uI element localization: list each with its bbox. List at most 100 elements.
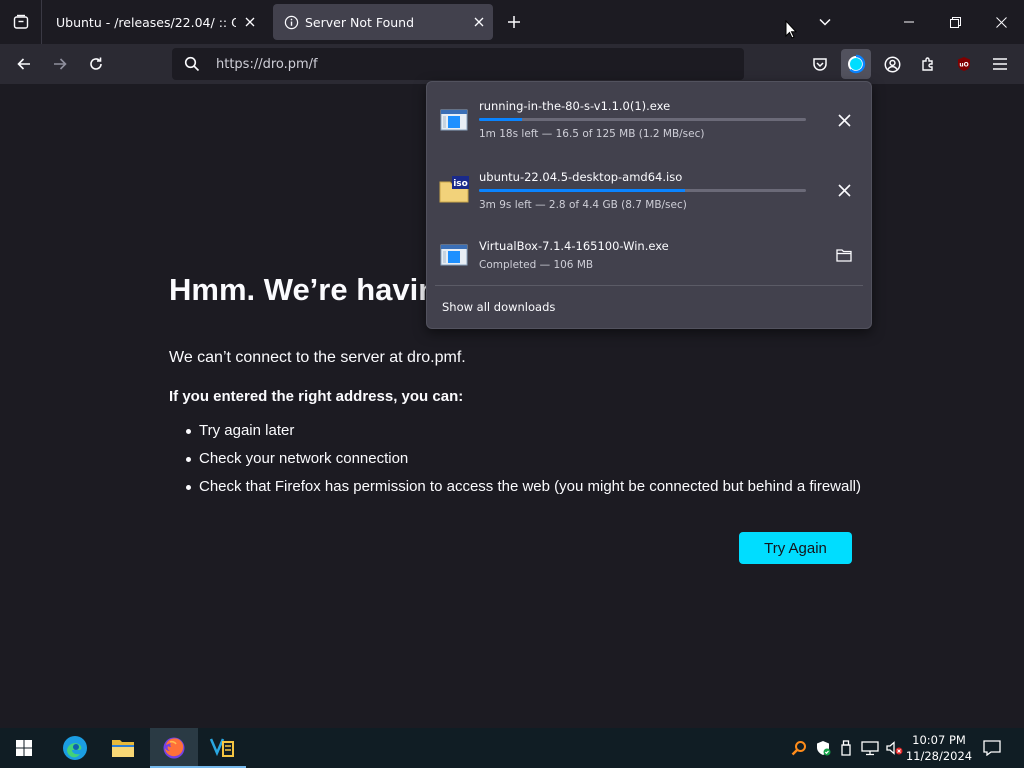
- folder-icon: [836, 249, 852, 262]
- downloads-button[interactable]: [841, 49, 871, 79]
- cancel-icon: [837, 113, 851, 127]
- puzzle-icon: [922, 57, 933, 71]
- restore-button[interactable]: [932, 0, 978, 44]
- firefox-taskbar-button[interactable]: [150, 728, 198, 768]
- download-filename: running-in-the-80-s-v1.1.0(1).exe: [479, 99, 671, 113]
- edge-icon: [63, 736, 87, 760]
- tab-ubuntu-releases[interactable]: Ubuntu - /releases/22.04/ :: Oregon Stat…: [46, 4, 264, 40]
- iso-file-icon: iso: [439, 176, 469, 203]
- download-status: 1m 18s left — 16.5 of 125 MB (1.2 MB/sec…: [479, 128, 705, 140]
- tab-close-button[interactable]: [236, 8, 264, 36]
- action-center-button[interactable]: [980, 736, 1004, 760]
- windows-logo-icon: [16, 740, 32, 756]
- close-icon: [995, 16, 1007, 28]
- minimize-icon: [904, 21, 914, 23]
- minimize-button[interactable]: [886, 0, 932, 44]
- extensions-button[interactable]: [913, 49, 943, 79]
- windows-taskbar: 10:07 PM 11/28/2024: [0, 728, 1024, 768]
- forward-button[interactable]: [45, 49, 75, 79]
- mouse-cursor-icon: [785, 20, 797, 39]
- download-progress-bar: [479, 118, 806, 121]
- error-subheading: If you entered the right address, you ca…: [169, 388, 464, 405]
- search-tray-icon[interactable]: [789, 738, 809, 758]
- exe-file-icon: [440, 244, 468, 266]
- shield-icon: [817, 741, 831, 756]
- account-icon: [884, 56, 900, 72]
- account-button[interactable]: [877, 49, 907, 79]
- ublock-button[interactable]: uO: [949, 49, 979, 79]
- file-explorer-taskbar-button[interactable]: [99, 728, 147, 768]
- download-status: 3m 9s left — 2.8 of 4.4 GB (8.7 MB/sec): [479, 199, 687, 211]
- url-bar[interactable]: https://dro.pm/f: [172, 48, 744, 80]
- close-icon: [245, 17, 255, 27]
- restore-icon: [949, 16, 961, 28]
- pocket-button[interactable]: [805, 49, 835, 79]
- new-tab-button[interactable]: [500, 8, 528, 36]
- info-icon: [283, 14, 299, 30]
- reload-button[interactable]: [81, 49, 111, 79]
- close-window-button[interactable]: [978, 0, 1024, 44]
- cancel-download-button[interactable]: [829, 105, 859, 135]
- hamburger-menu-icon: [993, 58, 1007, 70]
- download-status: Completed — 106 MB: [479, 259, 594, 271]
- downloads-panel: running-in-the-80-s-v1.1.0(1).exe 1m 18s…: [426, 81, 872, 329]
- firefox-view-button[interactable]: [0, 0, 42, 44]
- clock-time: 10:07 PM: [912, 733, 966, 747]
- navigation-toolbar: https://dro.pm/f uO: [0, 44, 1024, 84]
- network-tray-icon[interactable]: [860, 738, 880, 758]
- code-editor-icon: [209, 738, 234, 757]
- download-progress-fill: [479, 118, 522, 121]
- tab-title: Ubuntu - /releases/22.04/ :: Oregon Stat…: [56, 14, 236, 30]
- list-item: Try again later: [185, 421, 861, 449]
- tab-title: Server Not Found: [305, 14, 415, 30]
- cancel-download-button[interactable]: [829, 175, 859, 205]
- download-item[interactable]: iso ubuntu-22.04.5-desktop-amd64.iso 3m …: [427, 158, 871, 224]
- speaker-muted-icon: [886, 741, 903, 755]
- download-progress-fill: [479, 189, 685, 192]
- suggestion-list: Try again later Check your network conne…: [185, 421, 861, 505]
- download-progress-icon: [848, 54, 866, 74]
- start-button[interactable]: [0, 728, 48, 768]
- plus-icon: [508, 16, 520, 28]
- folder-icon: [112, 740, 134, 757]
- divider: [435, 285, 863, 286]
- usb-tray-icon[interactable]: [836, 738, 856, 758]
- download-filename: VirtualBox-7.1.4-165100-Win.exe: [479, 239, 669, 253]
- edge-taskbar-button[interactable]: [51, 728, 99, 768]
- arrow-left-icon: [17, 58, 30, 70]
- tab-close-button[interactable]: [465, 8, 493, 36]
- close-icon: [474, 17, 484, 27]
- search-icon: [172, 56, 212, 72]
- url-text: https://dro.pm/f: [216, 56, 318, 72]
- try-again-button[interactable]: Try Again: [739, 532, 852, 564]
- taskbar-clock[interactable]: 10:07 PM 11/28/2024: [905, 732, 973, 764]
- volume-tray-icon[interactable]: [884, 738, 904, 758]
- arrow-right-icon: [54, 58, 67, 70]
- notification-icon: [983, 740, 1001, 756]
- exe-file-icon: [440, 109, 468, 131]
- vscode-taskbar-button[interactable]: [198, 728, 246, 768]
- ublock-origin-icon: uO: [958, 57, 970, 71]
- error-description: We can’t connect to the server at dro.pm…: [169, 349, 466, 366]
- back-button[interactable]: [9, 49, 39, 79]
- tab-server-not-found[interactable]: Server Not Found: [273, 4, 493, 40]
- magnifier-icon: [791, 741, 806, 756]
- network-icon: [861, 741, 879, 756]
- clock-date: 11/28/2024: [905, 749, 973, 763]
- firefox-icon: [163, 737, 185, 759]
- reload-icon: [90, 57, 102, 70]
- list-all-tabs-button[interactable]: [810, 8, 840, 36]
- app-menu-button[interactable]: [985, 49, 1015, 79]
- cancel-icon: [837, 183, 851, 197]
- download-progress-bar: [479, 189, 806, 192]
- download-item[interactable]: running-in-the-80-s-v1.1.0(1).exe 1m 18s…: [427, 88, 871, 154]
- svg-text:uO: uO: [959, 62, 968, 69]
- download-filename: ubuntu-22.04.5-desktop-amd64.iso: [479, 170, 683, 184]
- show-in-folder-button[interactable]: [829, 240, 859, 270]
- list-item: Check that Firefox has permission to acc…: [185, 477, 861, 505]
- show-all-downloads-link[interactable]: Show all downloads: [442, 300, 555, 314]
- list-item: Check your network connection: [185, 449, 861, 477]
- chevron-down-icon: [819, 18, 831, 26]
- usb-drive-icon: [841, 740, 851, 756]
- security-tray-icon[interactable]: [813, 738, 833, 758]
